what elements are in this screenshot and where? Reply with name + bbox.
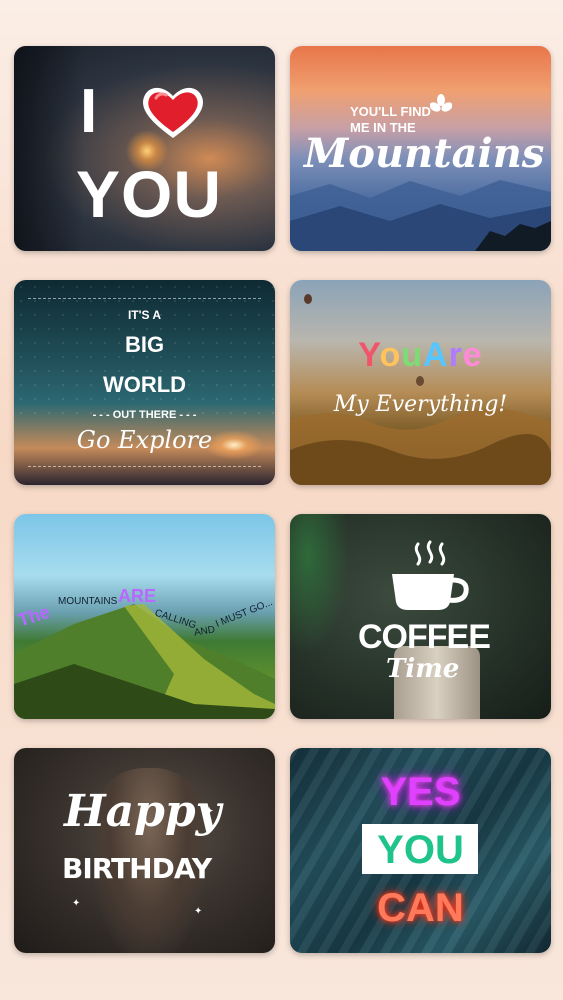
card-text-are: ARE: [118, 586, 157, 606]
card-text-mountains: MOUNTAINS: [58, 596, 118, 607]
card-text-birthday: BIRTHDAY: [62, 852, 212, 885]
balloon-icon: [416, 376, 424, 386]
card-text-yes: YES: [380, 770, 461, 814]
sparkle-icon: ✦: [72, 898, 81, 909]
card-text-world: WORLD: [102, 372, 187, 397]
plant-leaves: [290, 514, 350, 654]
letter: e: [462, 336, 483, 374]
card-text-youare: YouAre: [290, 336, 551, 375]
letter: A: [423, 336, 449, 374]
card-text-you: YOU: [76, 157, 223, 231]
template-card-coffee-time[interactable]: COFFEE Time: [290, 514, 551, 719]
card-text-i: I: [80, 77, 98, 146]
dashed-border-bottom: [28, 466, 261, 467]
coffee-cup-icon: [388, 540, 472, 614]
card-text-can: CAN: [377, 886, 464, 930]
template-card-yes-you-can[interactable]: YES YOU CAN: [290, 748, 551, 953]
card-text-time: Time: [386, 654, 460, 684]
template-card-big-world[interactable]: IT'S A BIG WORLD - - - OUT THERE - - - G…: [14, 280, 275, 485]
card-text-big: BIG: [124, 332, 165, 357]
template-card-happy-birthday[interactable]: ✦ ✦ ✦ Happy BIRTHDAY: [14, 748, 275, 953]
card-text-its-a: IT'S A: [127, 308, 162, 322]
flower-icon: [430, 94, 452, 116]
template-card-you-are-my-everything[interactable]: YouAre My Everything!: [290, 280, 551, 485]
template-card-i-love-you[interactable]: I YOU: [14, 46, 275, 251]
mountain-silhouette: [290, 166, 551, 251]
sparkle-icon: ✦: [194, 906, 203, 917]
dark-vignette: [14, 46, 84, 251]
balloon-icon: [304, 294, 312, 304]
letter: r: [448, 336, 463, 374]
card-text-small-1: YOU'LL FIND: [350, 104, 431, 119]
letter: o: [379, 336, 402, 374]
card-text-my-everything: My Everything!: [333, 392, 508, 417]
card-text-out-there: - - - OUT THERE - - -: [92, 409, 197, 421]
letter: u: [401, 336, 423, 374]
template-card-mountains[interactable]: YOU'LL FIND ME IN THE Mountains: [290, 46, 551, 251]
letter: Y: [358, 336, 380, 374]
card-text-you: YOU: [377, 828, 464, 872]
card-text-coffee: COFFEE: [358, 618, 491, 656]
template-card-mountains-calling[interactable]: The MOUNTAINS ARE CALLING AND I MUST GO.…: [14, 514, 275, 719]
card-text-go-explore: Go Explore: [76, 426, 213, 454]
card-text-script: Mountains: [304, 130, 545, 177]
card-text-happy: Happy: [64, 786, 222, 837]
dashed-border-top: [28, 298, 261, 299]
